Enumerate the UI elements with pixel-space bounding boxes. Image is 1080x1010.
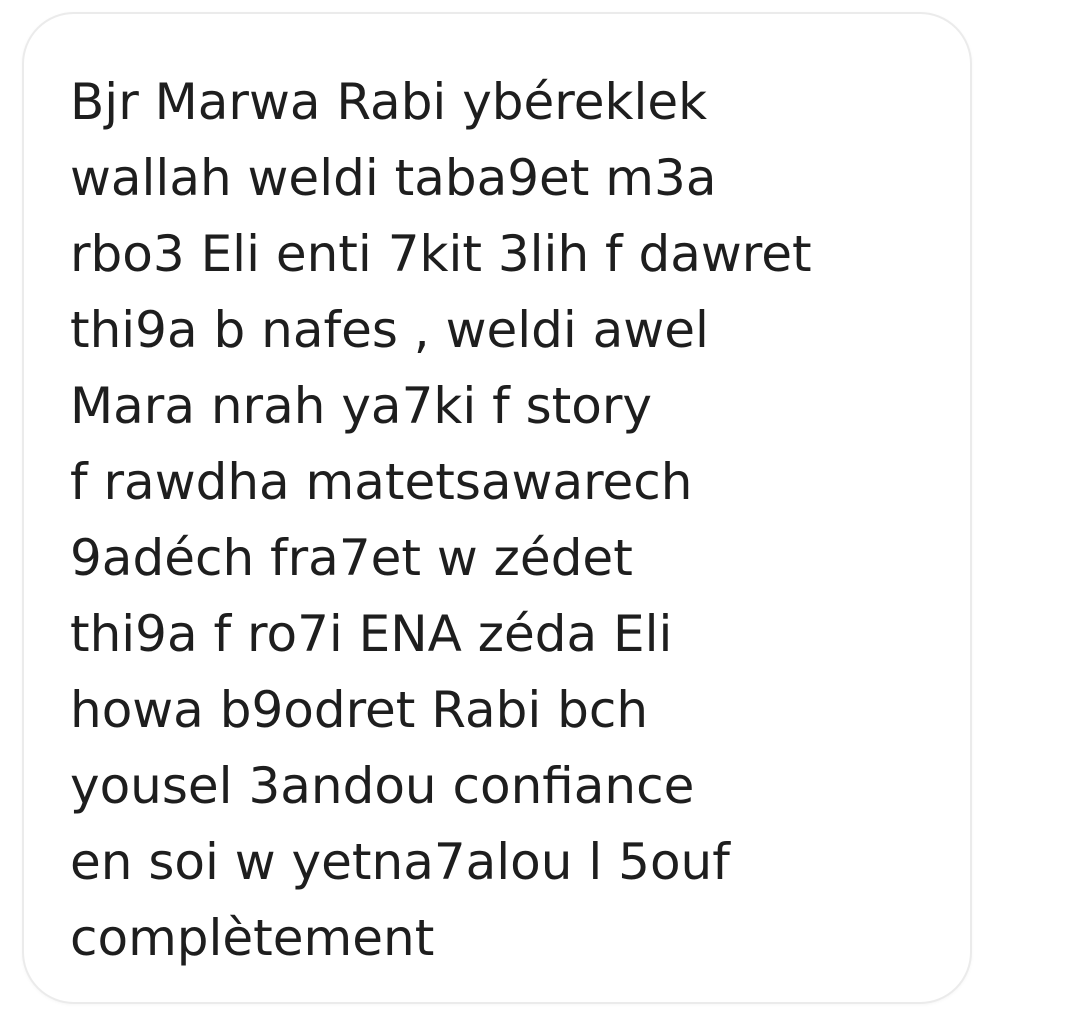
chat-screen: Bjr Marwa Rabi ybéreklek wallah weldi ta… <box>0 0 1080 1010</box>
message-line: thi9a b nafes , weldi awel <box>70 301 709 359</box>
message-line: 9adéch fra7et w zédet <box>70 529 633 587</box>
message-line: f rawdha matetsawarech <box>70 453 693 511</box>
message-line: complètement <box>70 909 435 967</box>
message-line: yousel 3andou confiance <box>70 757 695 815</box>
message-line: rbo3 Eli enti 7kit 3lih f dawret <box>70 225 812 283</box>
message-line: howa b9odret Rabi bch <box>70 681 649 739</box>
message-line: Mara nrah ya7ki f story <box>70 377 653 435</box>
message-line: wallah weldi taba9et m3a <box>70 149 717 207</box>
message-line: Bjr Marwa Rabi ybéreklek <box>70 73 708 131</box>
message-line: en soi w yetna7alou l 5ouf <box>70 833 730 891</box>
message-bubble[interactable]: Bjr Marwa Rabi ybéreklek wallah weldi ta… <box>22 12 972 1004</box>
message-text: Bjr Marwa Rabi ybéreklek wallah weldi ta… <box>70 64 812 976</box>
message-line: thi9a f ro7i ENA zéda Eli <box>70 605 673 663</box>
